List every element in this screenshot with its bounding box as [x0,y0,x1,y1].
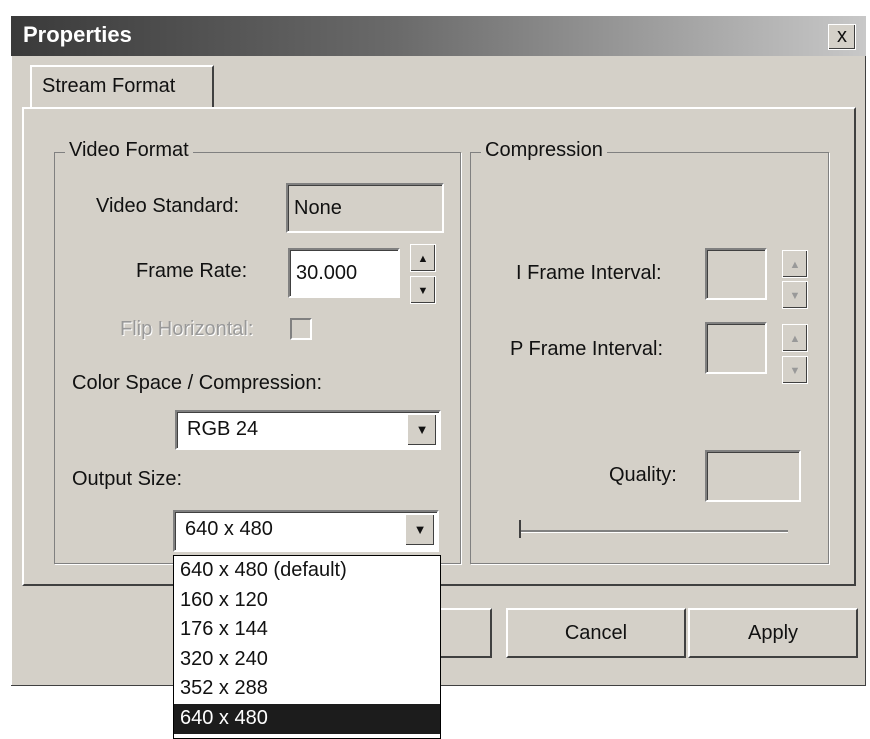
triangle-down-icon: ▼ [789,365,801,377]
quality-slider-thumb [519,520,529,538]
dropdown-option-highlighted[interactable]: 640 x 480 [174,703,440,734]
i-frame-interval-label: I Frame Interval: [516,262,662,284]
p-frame-interval-field [705,322,767,374]
i-frame-up-button: ▲ [782,250,808,278]
video-format-title: Video Format [65,139,193,162]
p-frame-down-button: ▼ [782,356,808,384]
output-size-label: Output Size: [72,468,183,490]
triangle-up-icon: ▲ [789,259,801,271]
color-space-dropdown-button[interactable]: ▼ [407,414,437,446]
output-size-select[interactable]: 640 x 480 ▼ [173,510,439,552]
color-space-label: Color Space / Compression: [72,372,323,394]
triangle-down-icon: ▼ [415,422,429,437]
quality-slider-track [520,530,788,533]
triangle-down-icon: ▼ [789,290,801,302]
tab-stream-format[interactable]: Stream Format [30,65,214,107]
title-bar[interactable]: Properties x [11,16,866,56]
frame-rate-up-button[interactable]: ▲ [410,244,436,272]
compression-title: Compression [481,139,607,162]
triangle-down-icon: ▼ [413,522,427,537]
flip-horizontal-label: Flip Horizontal: [120,318,254,340]
video-standard-label: Video Standard: [96,195,240,217]
p-frame-interval-label: P Frame Interval: [510,338,664,360]
i-frame-interval-field [705,248,767,300]
dropdown-option[interactable]: 640 x 480 (default) [174,556,440,586]
triangle-down-icon: ▼ [417,285,429,297]
cancel-button[interactable]: Cancel [506,608,686,658]
quality-label: Quality: [609,464,677,486]
quality-field [705,450,801,502]
triangle-up-icon: ▲ [417,253,429,265]
frame-rate-label: Frame Rate: [136,260,248,282]
video-standard-field: None [286,183,444,233]
frame-rate-input[interactable]: 30.000 [288,248,400,298]
frame-rate-down-button[interactable]: ▼ [410,276,436,304]
dropdown-option[interactable]: 320 x 240 [174,645,440,675]
color-space-select[interactable]: RGB 24 ▼ [175,410,441,450]
flip-horizontal-checkbox[interactable] [290,318,312,340]
triangle-up-icon: ▲ [789,333,801,345]
output-size-dropdown-button[interactable]: ▼ [405,514,435,546]
dropdown-option[interactable]: 352 x 288 [174,674,440,704]
apply-button[interactable]: Apply [688,608,858,658]
window-title: Properties [23,22,132,47]
tab-label: Stream Format [42,75,176,97]
close-button[interactable]: x [828,24,856,50]
dropdown-option[interactable]: 160 x 120 [174,586,440,616]
i-frame-down-button: ▼ [782,281,808,309]
p-frame-up-button: ▲ [782,324,808,352]
output-size-dropdown-list: 640 x 480 (default) 160 x 120 176 x 144 … [173,555,441,739]
dropdown-option[interactable]: 176 x 144 [174,615,440,645]
